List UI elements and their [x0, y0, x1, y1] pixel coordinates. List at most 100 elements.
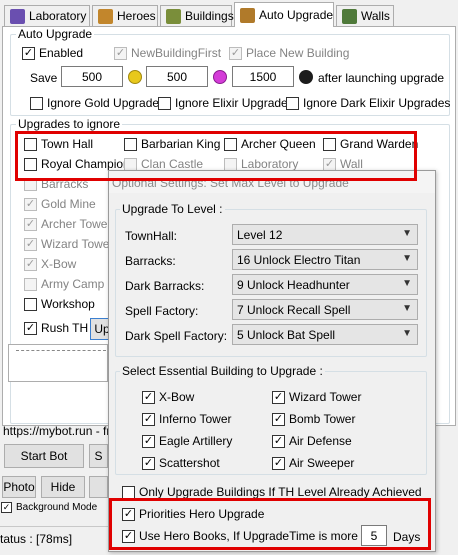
hide-button[interactable]: Hide [41, 476, 85, 498]
tab-heroes[interactable]: Heroes [92, 5, 158, 26]
barracks-level-select[interactable]: 16 Unlock Electro Titan ▼ [232, 249, 418, 270]
building-icon [166, 8, 181, 24]
essential-inferno-tower-checkbox[interactable]: ✓ Inferno Tower [142, 412, 232, 426]
check-icon: ✓ [142, 434, 155, 448]
tab-label: Auto Upgrade [259, 8, 334, 22]
chevron-down-icon: ▼ [402, 228, 412, 239]
essential-bomb-tower-checkbox[interactable]: ✓ Bomb Tower [272, 412, 355, 426]
hero-icon [98, 8, 113, 24]
hero-books-days-input[interactable]: 5 [361, 525, 387, 546]
check-icon: ✓ [272, 434, 285, 448]
check-icon: ✓ [142, 390, 155, 404]
background-mode-checkbox[interactable]: ✓ Background Mode [1, 502, 97, 513]
essential-wizard-tower-checkbox[interactable]: ✓ Wizard Tower [272, 390, 361, 404]
tab-buildings[interactable]: Buildings [160, 5, 234, 26]
url-text[interactable]: https://mybot.run - fre [3, 424, 117, 438]
gold-coin-icon [128, 70, 142, 84]
ignore-grand-warden-checkbox[interactable]: Grand Warden [323, 137, 418, 151]
priorities-hero-checkbox[interactable]: ✓ Priorities Hero Upgrade [122, 507, 264, 521]
essential-building-label: Select Essential Building to Upgrade : [120, 364, 325, 378]
hammer-icon [240, 7, 255, 23]
place-new-building-checkbox[interactable]: ✓ Place New Building [229, 46, 349, 60]
stop-bot-button[interactable]: S [89, 444, 108, 468]
check-icon: ✓ [22, 46, 35, 60]
ignore-royal-champion-checkbox[interactable]: Royal Champion [24, 157, 130, 171]
ignore-wizard-tower-checkbox[interactable]: ✓ Wizard Tower [24, 237, 113, 251]
dark-elixir-save-input[interactable]: 1500 [232, 66, 294, 87]
flask-icon [10, 8, 25, 24]
townhall-label: TownHall: [125, 229, 178, 243]
wall-icon [342, 8, 357, 24]
more-button[interactable] [89, 476, 108, 498]
start-bot-button[interactable]: Start Bot [4, 444, 84, 468]
check-icon: ✓ [229, 46, 242, 60]
spell-factory-level-select[interactable]: 7 Unlock Recall Spell ▼ [232, 299, 418, 320]
chevron-down-icon: ▼ [402, 278, 412, 289]
check-icon: ✓ [272, 412, 285, 426]
barracks-label: Barracks: [125, 254, 176, 268]
ignore-elixir-checkbox[interactable]: Ignore Elixir Upgrades [158, 96, 294, 110]
rush-th-checkbox[interactable]: ✓ Rush TH [24, 321, 88, 335]
tab-label: Heroes [117, 9, 156, 23]
tab-auto-upgrade[interactable]: Auto Upgrade [234, 2, 334, 27]
check-icon: ✓ [24, 321, 37, 335]
check-icon: ✓ [1, 502, 12, 513]
ignore-workshop-checkbox[interactable]: Workshop [24, 297, 95, 311]
days-label: Days [393, 530, 421, 544]
dark-elixir-drop-icon [299, 70, 313, 84]
auto-upgrade-group-label: Auto Upgrade [16, 27, 95, 41]
ignore-x-bow-checkbox[interactable]: ✓ X-Bow [24, 257, 76, 271]
chevron-down-icon: ▼ [402, 328, 412, 339]
ignore-dark-elixir-checkbox[interactable]: Ignore Dark Elixir Upgrades [286, 96, 450, 110]
essential-air-sweeper-checkbox[interactable]: ✓ Air Sweeper [272, 456, 354, 470]
chevron-down-icon: ▼ [402, 253, 412, 264]
essential-scattershot-checkbox[interactable]: ✓ Scattershot [142, 456, 220, 470]
dark-barracks-label: Dark Barracks: [125, 279, 205, 293]
check-icon: ✓ [24, 197, 37, 211]
elixir-drop-icon [213, 70, 227, 84]
tab-label: Buildings [185, 9, 234, 23]
dialog-title: Optional Settings: Set Max Level to Upgr… [109, 171, 435, 193]
after-launching-label: after launching upgrade [318, 71, 445, 85]
ignore-archer-queen-checkbox[interactable]: Archer Queen [224, 137, 316, 151]
ignore-gold-checkbox[interactable]: Ignore Gold Upgrades [30, 96, 165, 110]
check-icon: ✓ [24, 217, 37, 231]
ignore-army-camp-checkbox[interactable]: Army Camp [24, 277, 104, 291]
new-building-first-checkbox[interactable]: ✓ NewBuildingFirst [114, 46, 221, 60]
ignore-archer-tower-checkbox[interactable]: ✓ Archer Tower [24, 217, 111, 231]
check-icon: ✓ [323, 157, 336, 171]
townhall-level-select[interactable]: Level 12 ▼ [232, 224, 418, 245]
check-icon: ✓ [122, 507, 135, 521]
gold-save-input[interactable]: 500 [61, 66, 123, 87]
only-th-level-checkbox[interactable]: Only Upgrade Buildings If TH Level Alrea… [122, 485, 422, 499]
use-hero-books-checkbox[interactable]: ✓ Use Hero Books, If UpgradeTime is more … [122, 529, 385, 543]
ignore-wall-checkbox[interactable]: ✓ Wall [323, 157, 363, 171]
tab-label: Laboratory [29, 9, 87, 23]
ignore-gold-mine-checkbox[interactable]: ✓ Gold Mine [24, 197, 96, 211]
check-icon: ✓ [114, 46, 127, 60]
upgrades-to-ignore-label: Upgrades to ignore [16, 117, 123, 131]
check-icon: ✓ [142, 456, 155, 470]
upgrade-to-level-label: Upgrade To Level : [120, 202, 225, 216]
check-icon: ✓ [24, 237, 37, 251]
essential-x-bow-checkbox[interactable]: ✓ X-Bow [142, 390, 194, 404]
status-text: tatus : [78ms] [0, 532, 73, 546]
elixir-save-input[interactable]: 500 [146, 66, 208, 87]
tab-walls[interactable]: Walls [336, 5, 394, 26]
ignore-barracks-checkbox[interactable]: Barracks [24, 177, 88, 191]
ignore-clan-castle-checkbox[interactable]: Clan Castle [124, 157, 203, 171]
photo-button[interactable]: Photo [2, 476, 36, 498]
tab-laboratory[interactable]: Laboratory [4, 5, 90, 26]
essential-eagle-artillery-checkbox[interactable]: ✓ Eagle Artillery [142, 434, 232, 448]
enabled-checkbox[interactable]: ✓ Enabled [22, 46, 83, 60]
chevron-down-icon: ▼ [402, 303, 412, 314]
check-icon: ✓ [122, 529, 135, 543]
dark-spell-factory-label: Dark Spell Factory: [125, 329, 228, 343]
essential-air-defense-checkbox[interactable]: ✓ Air Defense [272, 434, 352, 448]
dark-barracks-level-select[interactable]: 9 Unlock Headhunter ▼ [232, 274, 418, 295]
ignore-town-hall-checkbox[interactable]: Town Hall [24, 137, 93, 151]
ignore-barbarian-king-checkbox[interactable]: Barbarian King [124, 137, 220, 151]
tab-label: Walls [361, 9, 390, 23]
ignore-laboratory-checkbox[interactable]: Laboratory [224, 157, 298, 171]
dark-spell-factory-level-select[interactable]: 5 Unlock Bat Spell ▼ [232, 324, 418, 345]
